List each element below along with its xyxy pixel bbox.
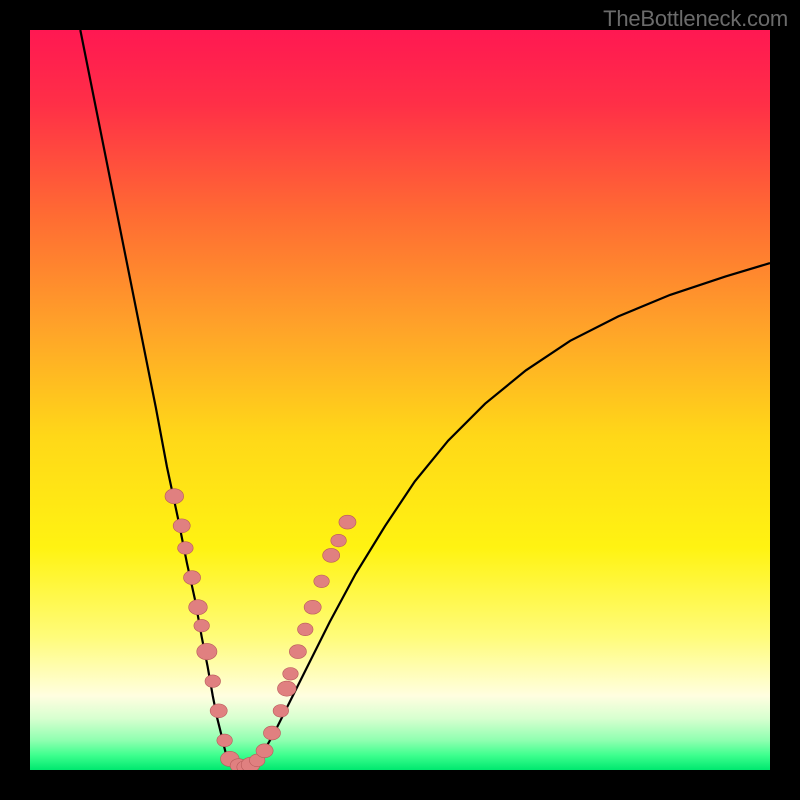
data-dot bbox=[184, 571, 201, 585]
data-dot bbox=[194, 619, 210, 632]
data-dot bbox=[289, 645, 306, 659]
data-dot bbox=[197, 643, 217, 659]
data-dot bbox=[283, 668, 299, 681]
plot-area bbox=[30, 30, 770, 770]
data-dot bbox=[298, 623, 314, 636]
data-dot bbox=[273, 705, 289, 718]
data-dot bbox=[331, 534, 347, 547]
data-dot bbox=[173, 519, 190, 533]
data-dots bbox=[165, 489, 356, 770]
data-dot bbox=[217, 734, 233, 747]
chart-frame: TheBottleneck.com bbox=[0, 0, 800, 800]
data-dot bbox=[323, 548, 340, 562]
watermark-text: TheBottleneck.com bbox=[603, 6, 788, 32]
data-dot bbox=[277, 681, 296, 696]
data-dot bbox=[178, 542, 194, 555]
data-dot bbox=[256, 744, 273, 758]
data-dot bbox=[205, 675, 221, 688]
curve-layer bbox=[30, 30, 770, 770]
bottleneck-curve bbox=[80, 30, 770, 769]
data-dot bbox=[263, 726, 280, 740]
data-dot bbox=[189, 600, 208, 615]
data-dot bbox=[210, 704, 227, 718]
data-dot bbox=[165, 489, 184, 504]
data-dot bbox=[304, 600, 321, 614]
data-dot bbox=[339, 515, 356, 529]
data-dot bbox=[314, 575, 330, 588]
